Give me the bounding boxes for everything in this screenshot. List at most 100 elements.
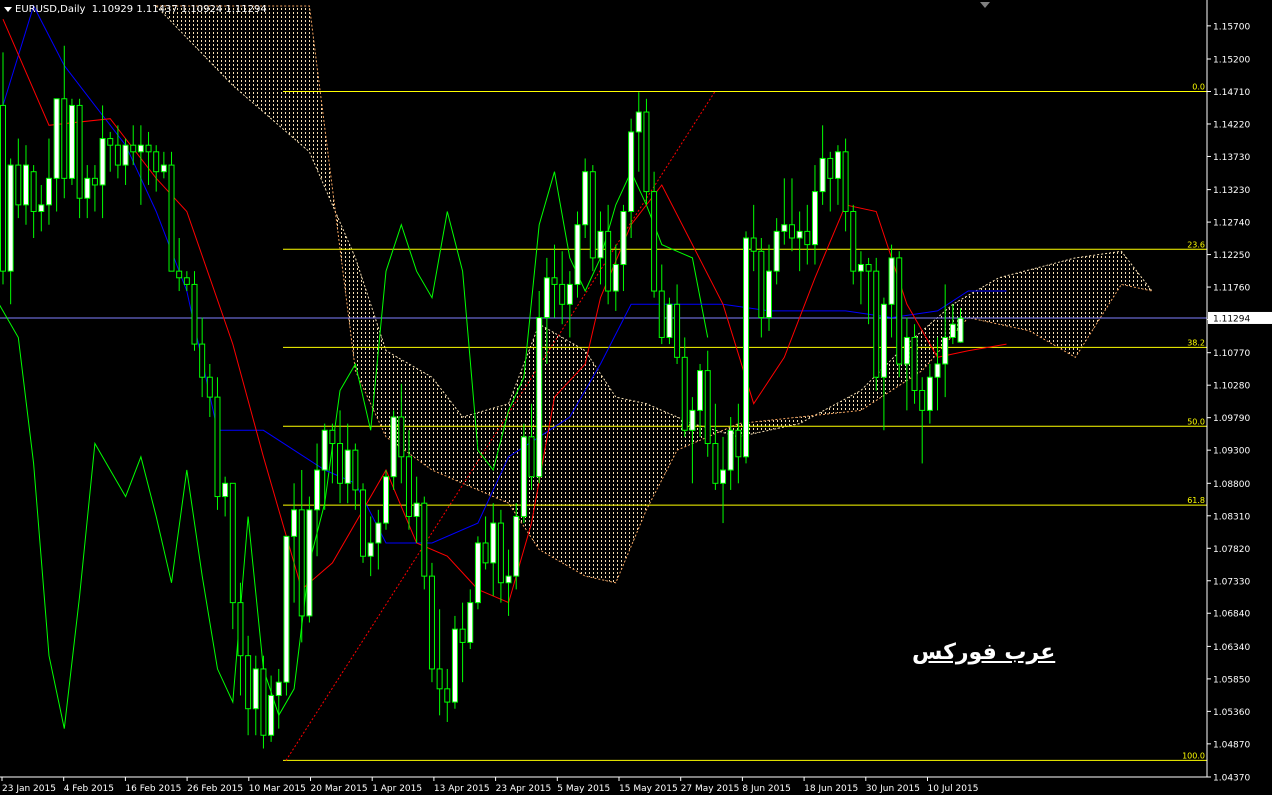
candle [306,496,313,623]
chevron-down-icon[interactable] [4,6,12,12]
candle-body [643,111,650,193]
candle-body [743,237,750,458]
price-tick-label: 1.04370 [1213,774,1250,784]
price-tick-label: 1.09300 [1213,447,1250,457]
candle [643,98,650,205]
candle-body [405,456,412,517]
candle-body [0,104,6,272]
symbol-header: EURUSD,Daily 1.10929 1.11437 1.10924 1.1… [4,4,267,15]
candle-body [827,157,834,179]
candle-body [314,469,321,511]
fib-label: 38.2 [1187,338,1205,347]
candle-body [635,111,642,133]
candle-body [15,164,22,206]
candle-body [781,224,788,232]
candle-body [76,104,83,199]
candle-body [850,210,857,272]
candle-body [582,171,589,226]
candle-body [911,336,918,391]
candle [536,291,543,484]
candle-body [375,522,382,544]
candle-body [949,323,956,338]
time-tick-label: 27 May 2015 [681,784,740,794]
fib-label: 0.0 [1192,82,1205,91]
price-tick-label: 1.08800 [1213,480,1250,490]
price-tick-label: 1.09790 [1213,414,1250,424]
candle-body [727,429,734,471]
candle-body [842,151,849,212]
candle-body [666,303,673,338]
candle-body [873,270,880,378]
candle-body [896,257,903,365]
candle-body [674,303,681,358]
time-tick-label: 20 Mar 2015 [311,784,368,794]
candle-body [712,443,719,484]
candle-body [720,469,727,484]
candle [474,536,481,610]
price-tick-label: 1.12250 [1213,251,1250,261]
candle [428,562,435,683]
candle-body [658,290,665,338]
price-tick-label: 1.15200 [1213,56,1250,66]
candle-body [122,144,129,166]
candle-body [773,230,780,272]
candle [666,297,673,345]
candle-body [160,164,167,173]
candle-body [490,522,497,564]
candle-body [926,376,933,411]
candle-body [819,157,826,193]
candle [421,496,428,590]
candle-body [183,277,190,285]
time-tick-label: 5 May 2015 [557,784,610,794]
symbol-name: EURUSD,Daily [15,4,86,15]
candle-body [811,191,818,246]
price-tick-label: 1.11760 [1213,284,1250,294]
candle-body [436,668,443,690]
candle-body [857,264,864,272]
price-tick-label: 1.07330 [1213,577,1250,587]
fib-label: 23.6 [1187,240,1205,249]
candle-body [153,151,160,173]
time-tick-label: 23 Jan 2015 [2,784,56,794]
candle-body [398,416,405,458]
candle-body [137,144,144,153]
time-tick-label: 4 Feb 2015 [64,784,114,794]
candle-body [237,602,244,657]
candle-body [68,104,75,179]
price-tick-label: 1.06840 [1213,610,1250,620]
candle-body [459,628,466,643]
current-price-label: 1.11294 [1213,314,1250,324]
candle-body [605,230,612,292]
time-tick-label: 13 Apr 2015 [434,784,490,794]
candle-body [543,277,550,319]
candle-body [352,449,359,491]
candle-body [191,283,198,345]
fib-label: 100.0 [1182,751,1205,760]
candle-body [176,270,183,279]
candle-body [804,230,811,246]
candle [360,483,367,563]
candle-body [766,270,772,319]
candle-body [497,522,504,584]
candle-body [758,250,765,319]
candle-body [168,164,175,272]
candle-body [467,602,474,643]
fib-label: 61.8 [1187,496,1205,505]
candle [896,251,903,378]
candle-body [796,230,803,239]
candle-body [268,694,275,736]
candle-body [245,655,252,710]
candle-body [360,489,367,557]
candle-body [428,575,435,670]
candle-body [214,396,221,498]
price-tick-label: 1.06340 [1213,643,1250,653]
candle-body [536,317,543,478]
candle [589,165,596,272]
price-tick-label: 1.08310 [1213,512,1250,522]
candle-body [903,336,910,365]
candle-body [38,204,45,212]
candle-body [934,363,941,378]
candle-body [329,429,336,445]
candle-body [697,370,704,411]
candle-body [291,509,298,537]
